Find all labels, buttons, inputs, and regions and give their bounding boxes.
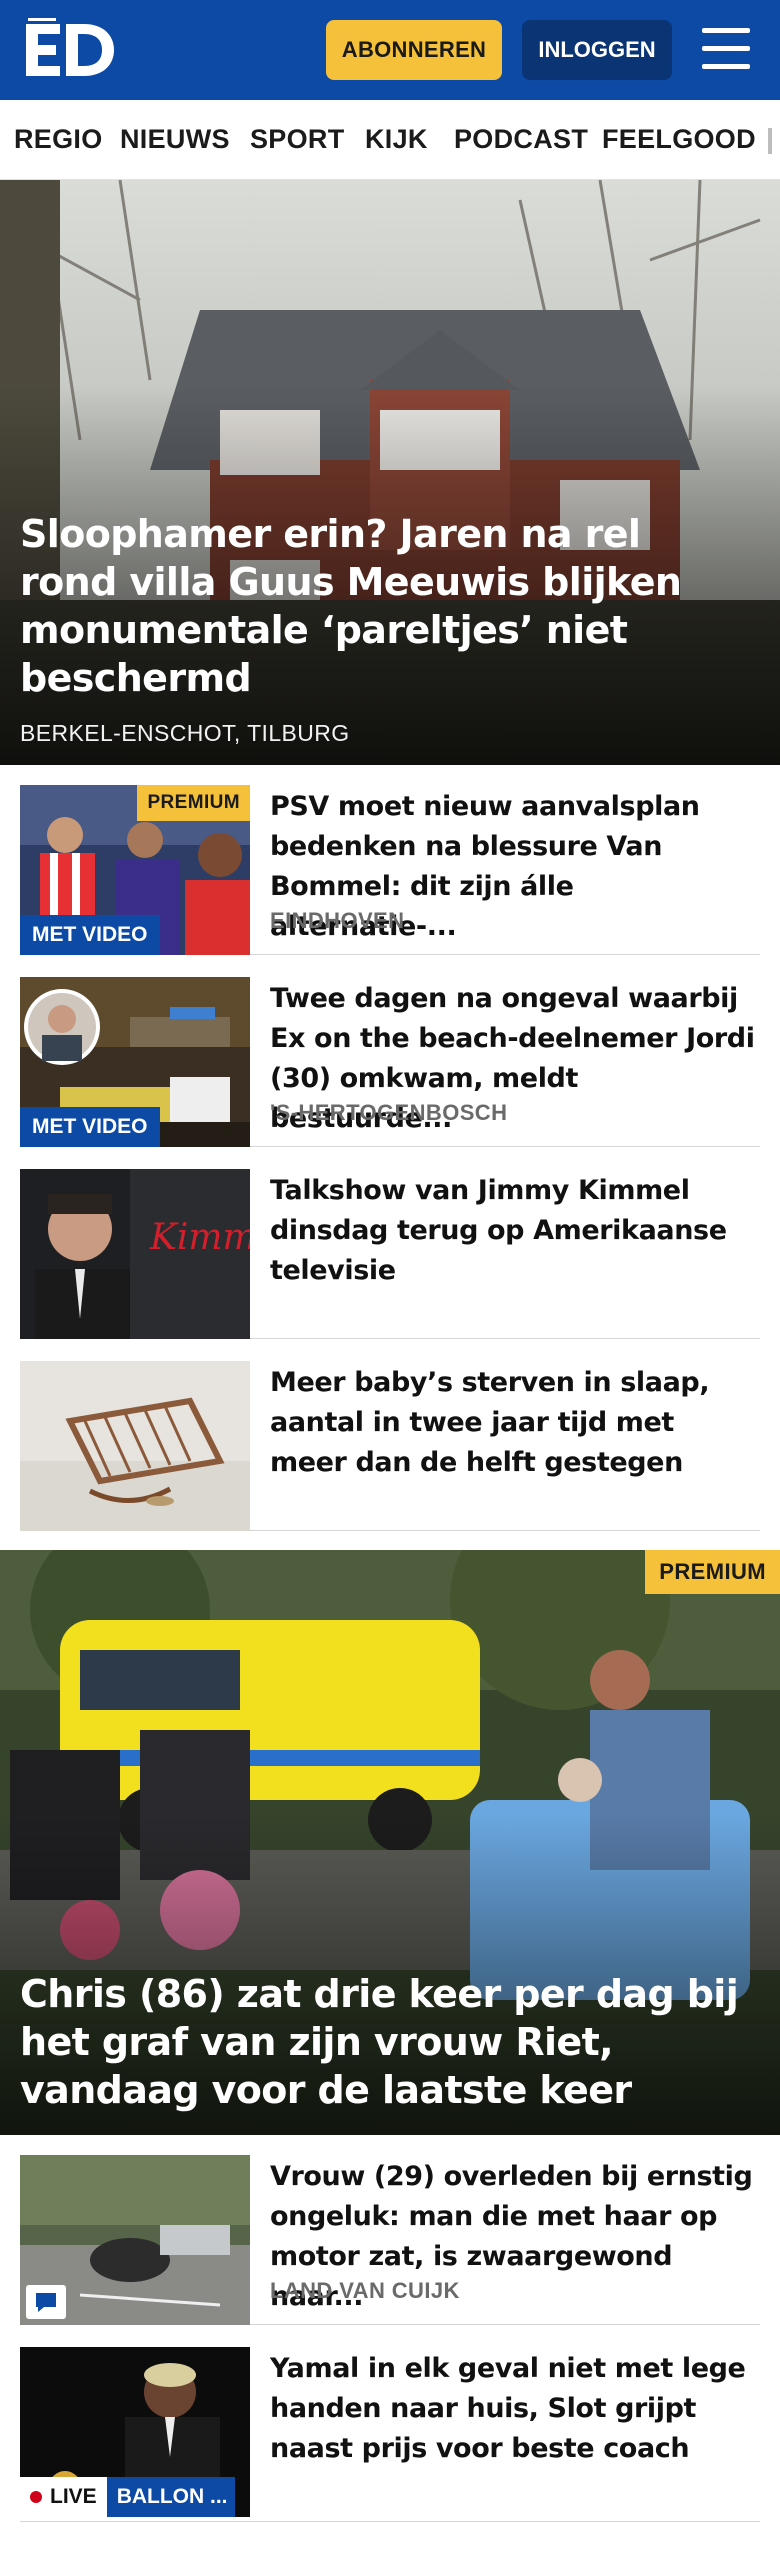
article-thumbnail: LIVE BALLON ... [20, 2347, 250, 2517]
hero-article[interactable]: Sloophamer erin? Jaren na rel rond villa… [0, 180, 780, 765]
article-thumbnail: Kimmel [20, 1169, 250, 1339]
list-item[interactable]: LIVE BALLON ... Yamal in elk geval niet … [20, 2327, 760, 2522]
nav-item-regio[interactable]: REGIO [14, 124, 103, 155]
nav-item-podcast[interactable]: PODCAST [454, 124, 588, 155]
event-tag: BALLON ... [106, 2477, 235, 2517]
hero2-title[interactable]: Chris (86) zat drie keer per dag bij het… [20, 1970, 760, 2114]
hamburger-menu-icon[interactable] [700, 24, 752, 76]
premium-badge: PREMIUM [137, 785, 250, 821]
article-location: EINDHOVEN [270, 908, 405, 933]
premium-badge: PREMIUM [645, 1550, 780, 1594]
article-thumbnail: MET VIDEO [20, 977, 250, 1147]
list-item[interactable]: PREMIUM MET VIDEO PSV moet nieuw aanvals… [20, 765, 760, 955]
live-indicator-icon [30, 2491, 42, 2503]
nav-item-nieuws[interactable]: NIEUWS [120, 124, 230, 155]
article-title[interactable]: Talkshow van Jimmy Kimmel dinsdag terug … [270, 1171, 755, 1291]
video-badge: MET VIDEO [20, 915, 160, 955]
comment-icon[interactable] [26, 2285, 66, 2319]
subscribe-button[interactable]: ABONNEREN [326, 20, 502, 80]
article-thumbnail [20, 2155, 250, 2325]
ed-logo[interactable] [26, 18, 116, 80]
svg-text:Kimmel: Kimmel [149, 1217, 250, 1258]
list-item[interactable]: Kimmel Talkshow van Jimmy Kimmel dinsdag… [20, 1149, 760, 1339]
nav-item-kijk[interactable]: KIJK [365, 124, 428, 155]
list-item[interactable]: MET VIDEO Twee dagen na ongeval waarbij … [20, 957, 760, 1147]
list-item[interactable]: Meer baby’s sterven in slaap, aantal in … [20, 1341, 760, 1531]
section-nav: REGIO NIEUWS SPORT KIJK PODCAST FEELGOOD [0, 100, 780, 180]
article-title[interactable]: Yamal in elk geval niet met lege handen … [270, 2349, 755, 2469]
article-thumbnail: PREMIUM MET VIDEO [20, 785, 250, 955]
nav-item-feelgood[interactable]: FEELGOOD [602, 124, 756, 155]
thumb-talkshow-host: Kimmel [20, 1169, 250, 1339]
article-thumbnail [20, 1361, 250, 1531]
nav-item-sport[interactable]: SPORT [250, 124, 345, 155]
article-title[interactable]: Meer baby’s sterven in slaap, aantal in … [270, 1363, 755, 1483]
article-location: 'S-HERTOGENBOSCH [270, 1100, 508, 1125]
live-label: LIVE [50, 2485, 97, 2508]
article-location: LAND VAN CUIJK [270, 2278, 460, 2303]
hero-title[interactable]: Sloophamer erin? Jaren na rel rond villa… [20, 510, 720, 702]
login-button[interactable]: INLOGGEN [522, 20, 672, 80]
list-item[interactable]: Vrouw (29) overleden bij ernstig ongeluk… [20, 2135, 760, 2325]
site-header: ABONNEREN INLOGGEN [0, 0, 780, 100]
hero-article-2[interactable]: PREMIUM Chris (86) zat drie keer per dag… [0, 1550, 780, 2135]
live-badge: LIVE BALLON ... [20, 2477, 235, 2517]
hero-location: BERKEL-ENSCHOT, TILBURG [20, 720, 350, 746]
thumb-wooden-crib [20, 1361, 250, 1531]
nav-overflow-hint [768, 128, 772, 154]
video-badge: MET VIDEO [20, 1107, 160, 1147]
